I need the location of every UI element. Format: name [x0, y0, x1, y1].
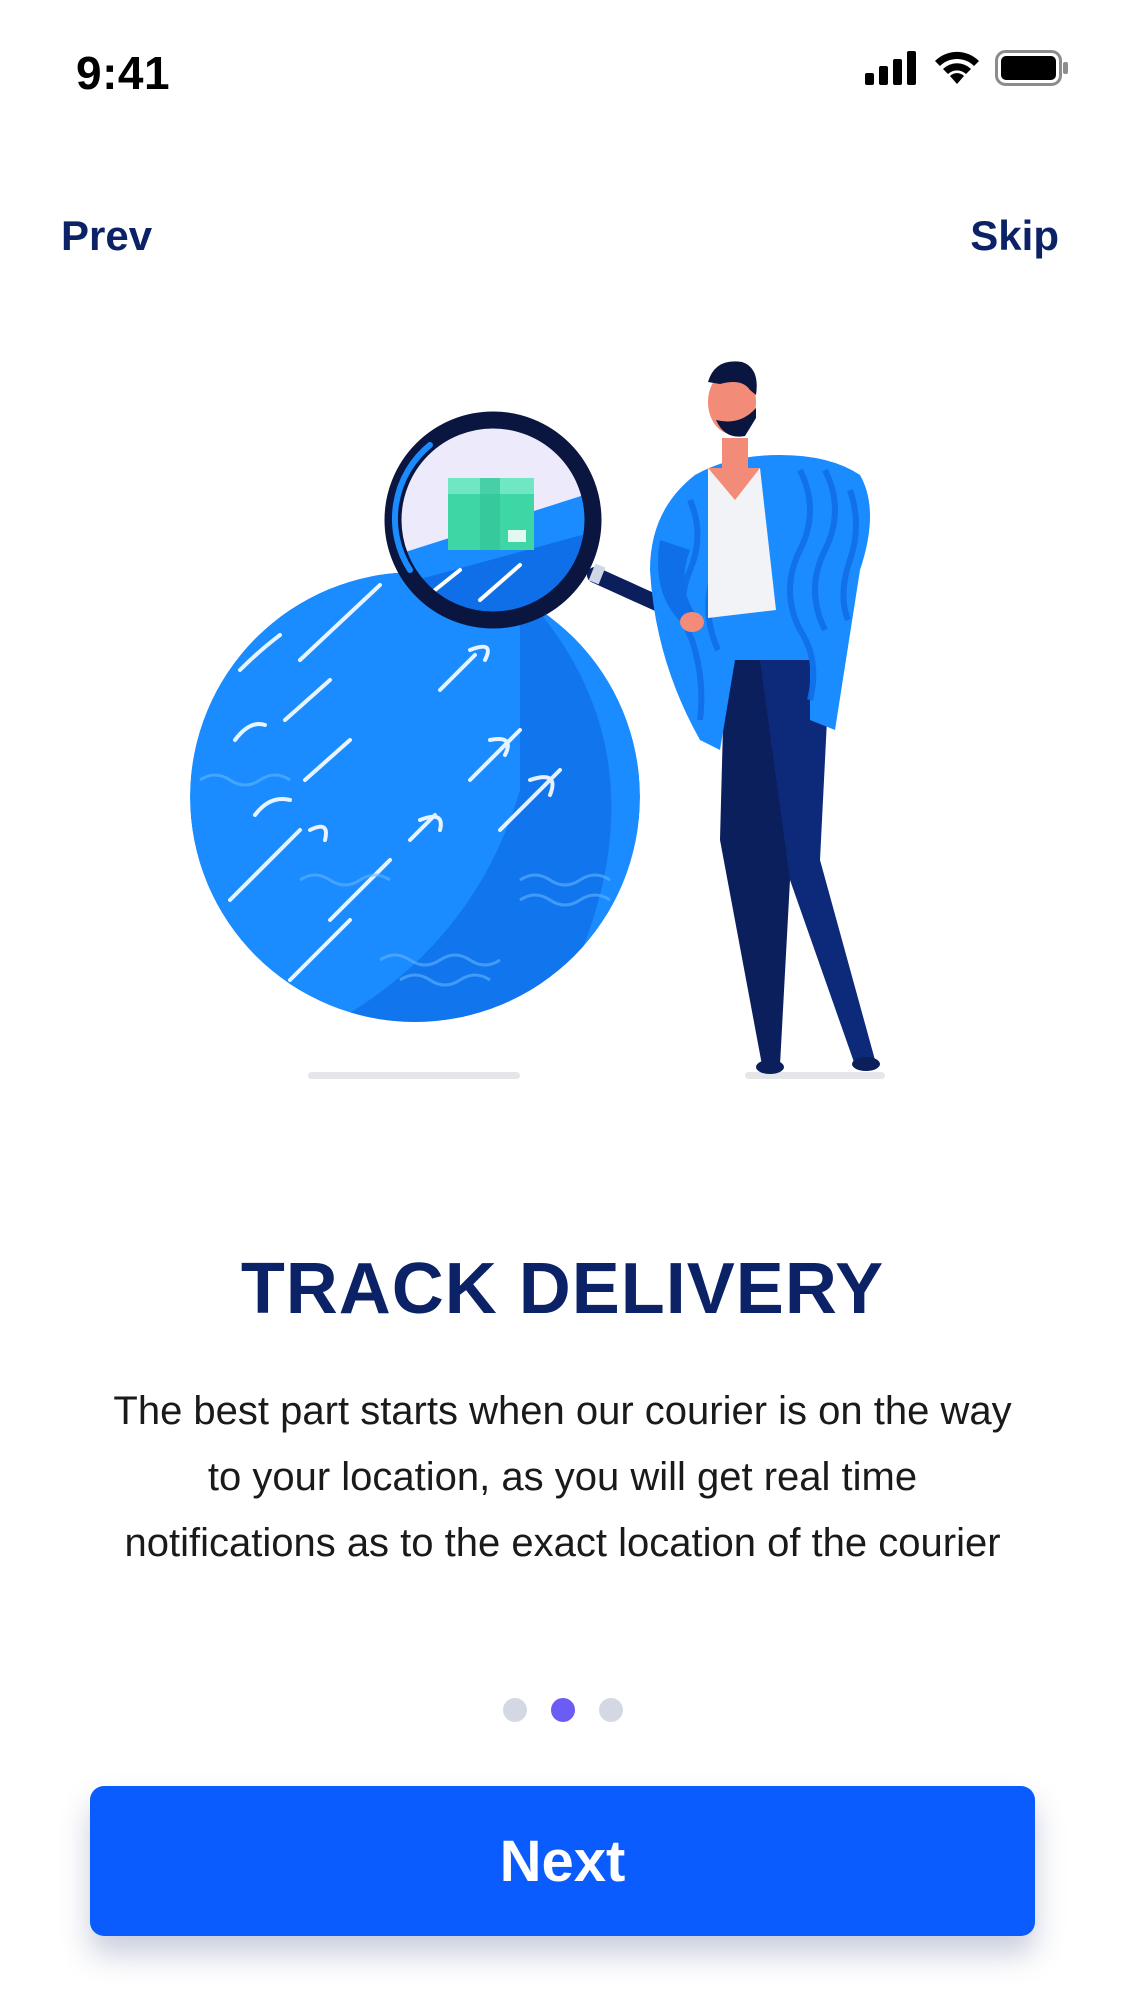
page-title: TRACK DELIVERY [240, 1249, 885, 1329]
status-time: 9:41 [76, 47, 171, 99]
status-icons [865, 50, 1069, 86]
skip-button[interactable]: Skip [970, 212, 1059, 260]
page-dot-2-active[interactable] [550, 1698, 575, 1722]
page-dot-3[interactable] [598, 1698, 623, 1722]
courier-person-graphic [650, 361, 880, 1074]
battery-icon [995, 50, 1068, 86]
wifi-icon [935, 51, 979, 84]
globe-graphic [190, 572, 640, 1022]
page-description: The best part starts when our courier is… [113, 1389, 1012, 1565]
page-dot-1[interactable] [502, 1698, 527, 1722]
status-bar: 9:41 [0, 0, 1125, 150]
globe-shadow [308, 1072, 520, 1079]
signal-icon [865, 51, 916, 85]
page-indicator [0, 1698, 1125, 1722]
next-button[interactable]: Next [90, 1786, 1035, 1936]
track-delivery-illustration [190, 361, 885, 1079]
prev-button[interactable]: Prev [61, 212, 152, 260]
